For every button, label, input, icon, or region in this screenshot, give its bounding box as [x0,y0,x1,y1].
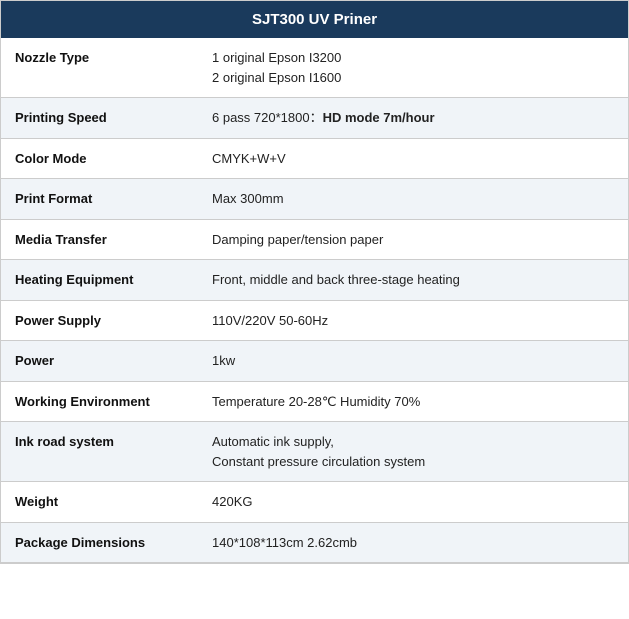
row-value: 6 pass 720*1800：HD mode 7m/hour [198,98,628,139]
row-value: 110V/220V 50-60Hz [198,300,628,341]
row-label: Media Transfer [1,219,198,260]
row-value: 1 original Epson I32002 original Epson I… [198,38,628,98]
table-row: Working EnvironmentTemperature 20-28℃ Hu… [1,381,628,422]
row-value: 1kw [198,341,628,382]
table-row: Print FormatMax 300mm [1,179,628,220]
table-row: Heating EquipmentFront, middle and back … [1,260,628,301]
table-row: Media TransferDamping paper/tension pape… [1,219,628,260]
table-row: Nozzle Type1 original Epson I32002 origi… [1,38,628,98]
table-row: Power Supply110V/220V 50-60Hz [1,300,628,341]
row-label: Power Supply [1,300,198,341]
row-label: Ink road system [1,422,198,482]
row-value: Front, middle and back three-stage heati… [198,260,628,301]
spec-table: SJT300 UV Priner Nozzle Type1 original E… [0,0,629,564]
row-value: Max 300mm [198,179,628,220]
row-label: Print Format [1,179,198,220]
row-label: Power [1,341,198,382]
value-normal: 6 pass 720*1800： [212,110,323,125]
row-value: Damping paper/tension paper [198,219,628,260]
row-label: Package Dimensions [1,522,198,563]
table-row: Power1kw [1,341,628,382]
row-label: Nozzle Type [1,38,198,98]
table-row: Ink road systemAutomatic ink supply,Cons… [1,422,628,482]
table-row: Weight420KG [1,482,628,523]
row-label: Printing Speed [1,98,198,139]
table-row: Color ModeCMYK+W+V [1,138,628,179]
table-row: Package Dimensions140*108*113cm 2.62cmb [1,522,628,563]
row-value: CMYK+W+V [198,138,628,179]
row-value: 420KG [198,482,628,523]
value-bold: HD mode 7m/hour [323,110,435,125]
table-title: SJT300 UV Priner [1,1,628,38]
row-label: Color Mode [1,138,198,179]
spec-table-body: Nozzle Type1 original Epson I32002 origi… [1,38,628,563]
row-value: Automatic ink supply,Constant pressure c… [198,422,628,482]
table-row: Printing Speed6 pass 720*1800：HD mode 7m… [1,98,628,139]
row-label: Heating Equipment [1,260,198,301]
row-value: Temperature 20-28℃ Humidity 70% [198,381,628,422]
row-value: 140*108*113cm 2.62cmb [198,522,628,563]
row-label: Weight [1,482,198,523]
row-label: Working Environment [1,381,198,422]
